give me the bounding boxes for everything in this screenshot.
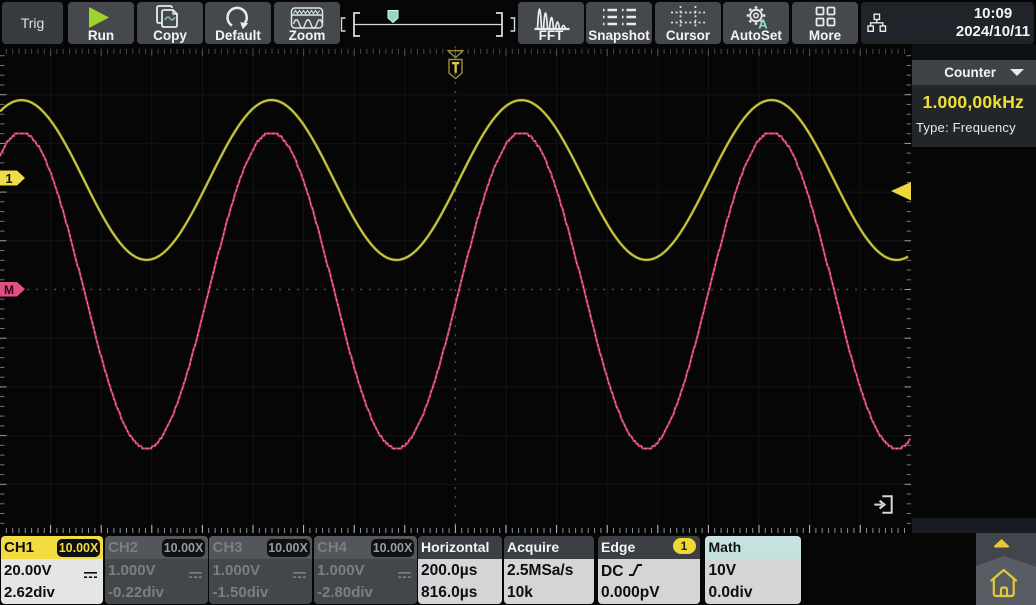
svg-text:M: M [4,283,14,297]
svg-text:1: 1 [5,171,12,186]
